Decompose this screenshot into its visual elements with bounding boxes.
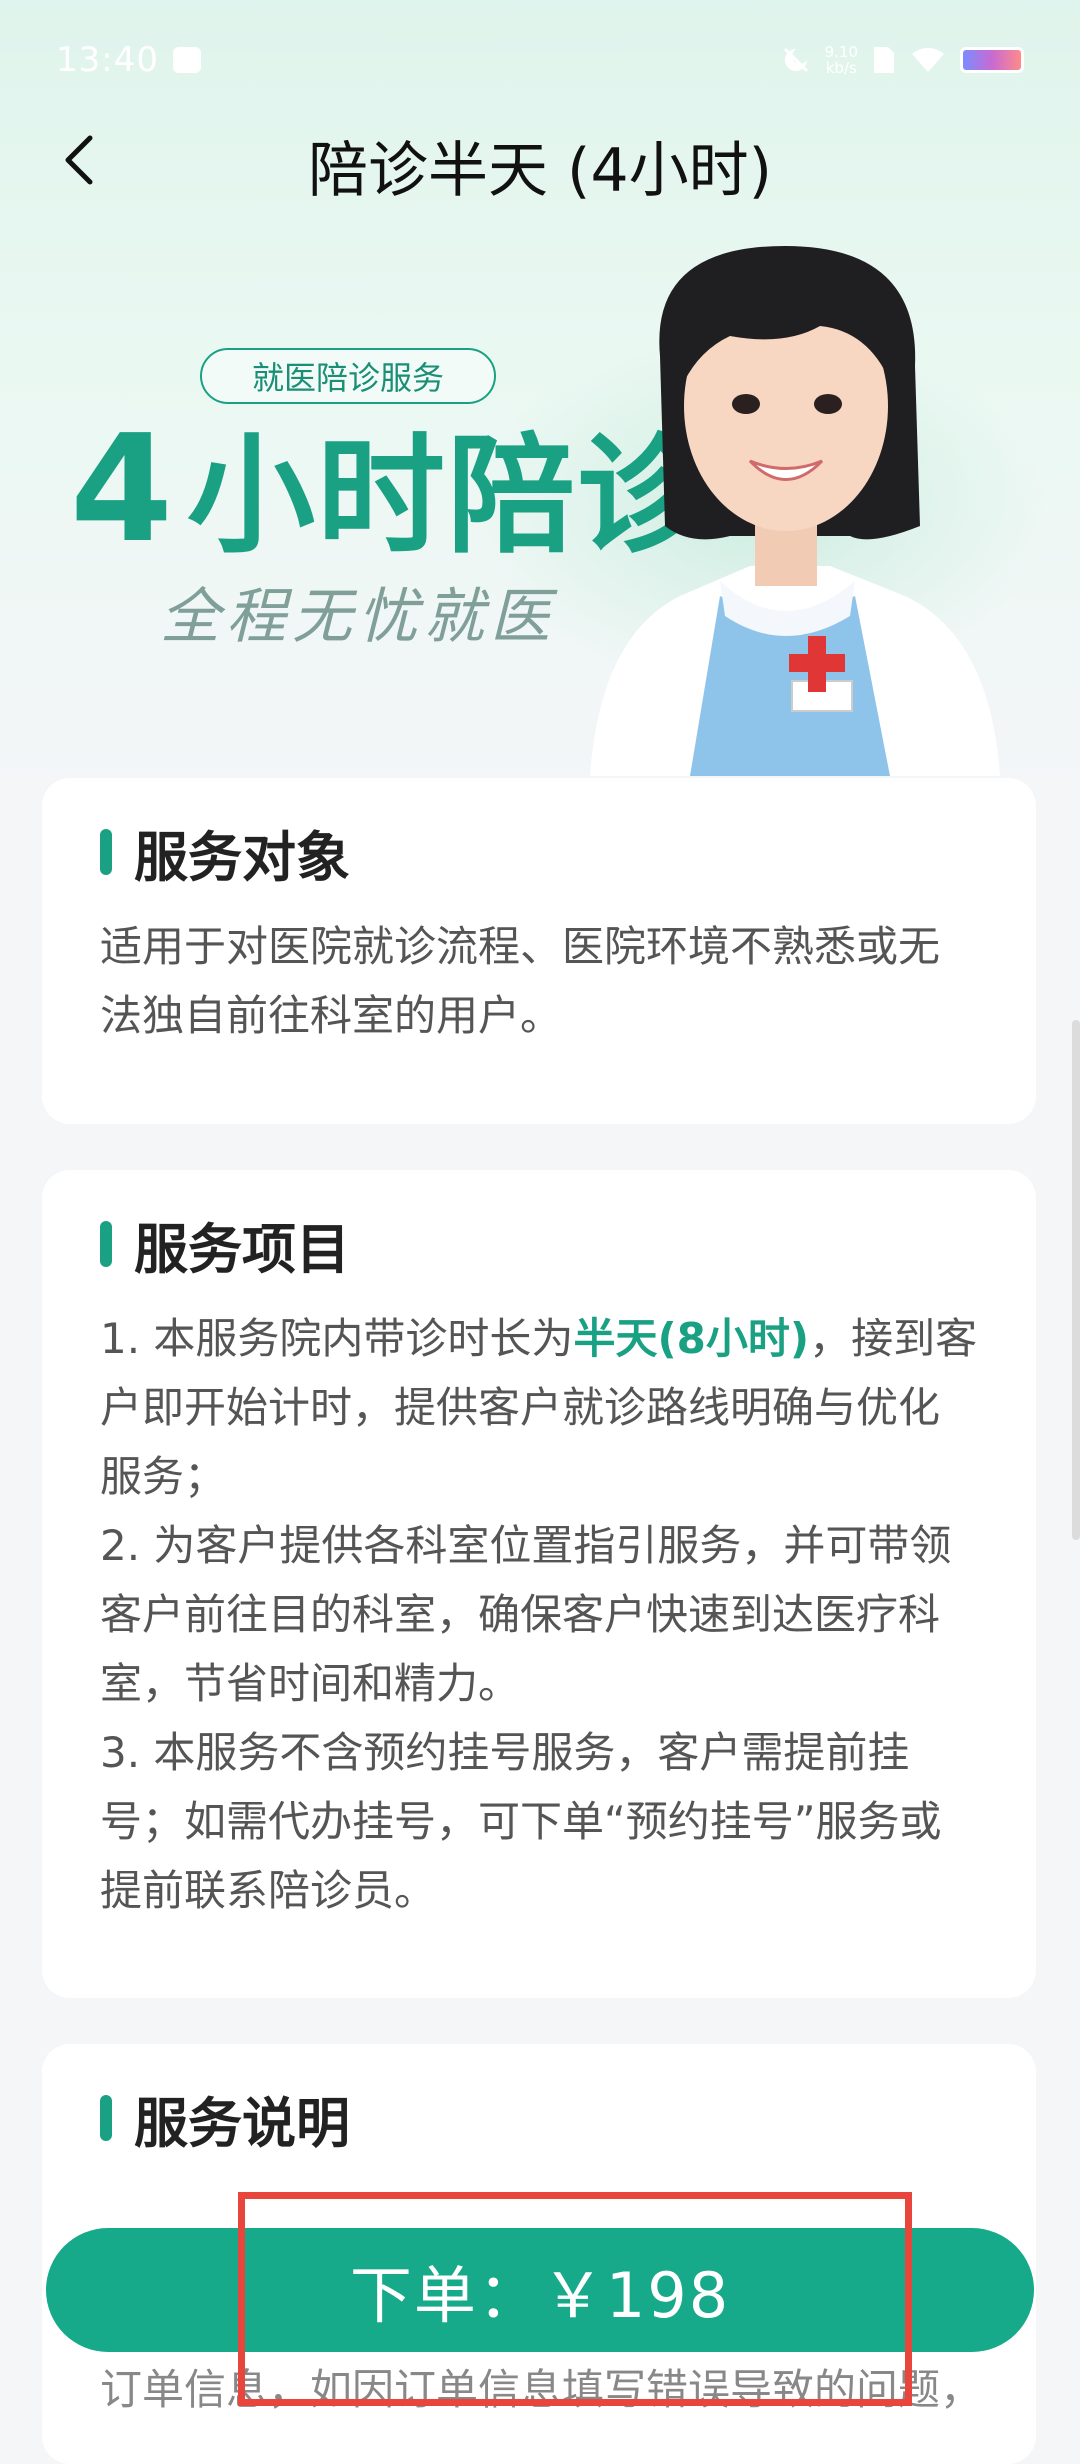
- place-order-button[interactable]: 下单：￥198: [46, 2228, 1034, 2352]
- item1-prefix: 1. 本服务院内带诊时长为: [100, 1314, 574, 1363]
- section-marker: [100, 2095, 112, 2141]
- scrollbar[interactable]: [1072, 1020, 1080, 1540]
- network-speed-value: 9.10: [824, 43, 858, 61]
- card-header: 服务项目: [100, 1214, 978, 1281]
- nurse-illustration: [590, 246, 1000, 776]
- headline-number: 4: [70, 403, 175, 575]
- page-title: 陪诊半天 (4小时): [307, 136, 773, 206]
- app-header: 陪诊半天 (4小时): [0, 110, 1080, 210]
- sim-card-icon: [874, 47, 894, 73]
- service-target-title: 服务对象: [134, 825, 350, 889]
- item1-duration-highlight: 半天(8小时): [573, 1314, 810, 1363]
- service-item-3: 3. 本服务不含预约挂号服务，客户需提前挂号；如需代办挂号，可下单“预约挂号”服…: [100, 1728, 942, 1915]
- do-not-disturb-icon: [783, 47, 808, 73]
- service-target-card: 服务对象 适用于对医院就诊流程、医院环境不熟悉或无法独自前往科室的用户。: [42, 778, 1036, 1124]
- network-speed-unit: kb/s: [825, 59, 857, 77]
- network-speed: 9.10 kb/s: [825, 44, 858, 76]
- card-header: 服务对象: [100, 822, 978, 889]
- status-left: 13:40: [56, 40, 201, 80]
- service-target-text: 适用于对医院就诊流程、医院环境不熟悉或无法独自前往科室的用户。: [100, 922, 941, 1040]
- service-items-text: 1. 本服务院内带诊时长为半天(8小时)，接到客户即开始计时，提供客户就诊路线明…: [100, 1304, 978, 1925]
- status-time: 13:40: [56, 40, 159, 80]
- service-items-title: 服务项目: [134, 1217, 350, 1281]
- battery-icon: [960, 47, 1024, 73]
- service-item-1: 1. 本服务院内带诊时长为半天(8小时)，接到客户即开始计时，提供客户就诊路线明…: [100, 1304, 978, 1511]
- section-marker: [100, 829, 112, 875]
- card-header: 服务说明: [100, 2088, 978, 2155]
- service-notes-title: 服务说明: [134, 2091, 350, 2155]
- service-items-card: 服务项目 1. 本服务院内带诊时长为半天(8小时)，接到客户即开始计时，提供客户…: [42, 1170, 1036, 1998]
- section-marker: [100, 1221, 112, 1267]
- service-item-2: 2. 为客户提供各科室位置指引服务，并可带领客户前往目的科室，确保客户快速到达医…: [100, 1521, 952, 1708]
- message-notification-icon: [172, 47, 201, 73]
- wifi-icon: [912, 47, 944, 72]
- banner-slogan: 全程无忧就医: [160, 582, 556, 652]
- status-right: 9.10 kb/s: [781, 44, 1024, 76]
- status-bar: 13:40 9.10 kb/s: [0, 0, 1080, 120]
